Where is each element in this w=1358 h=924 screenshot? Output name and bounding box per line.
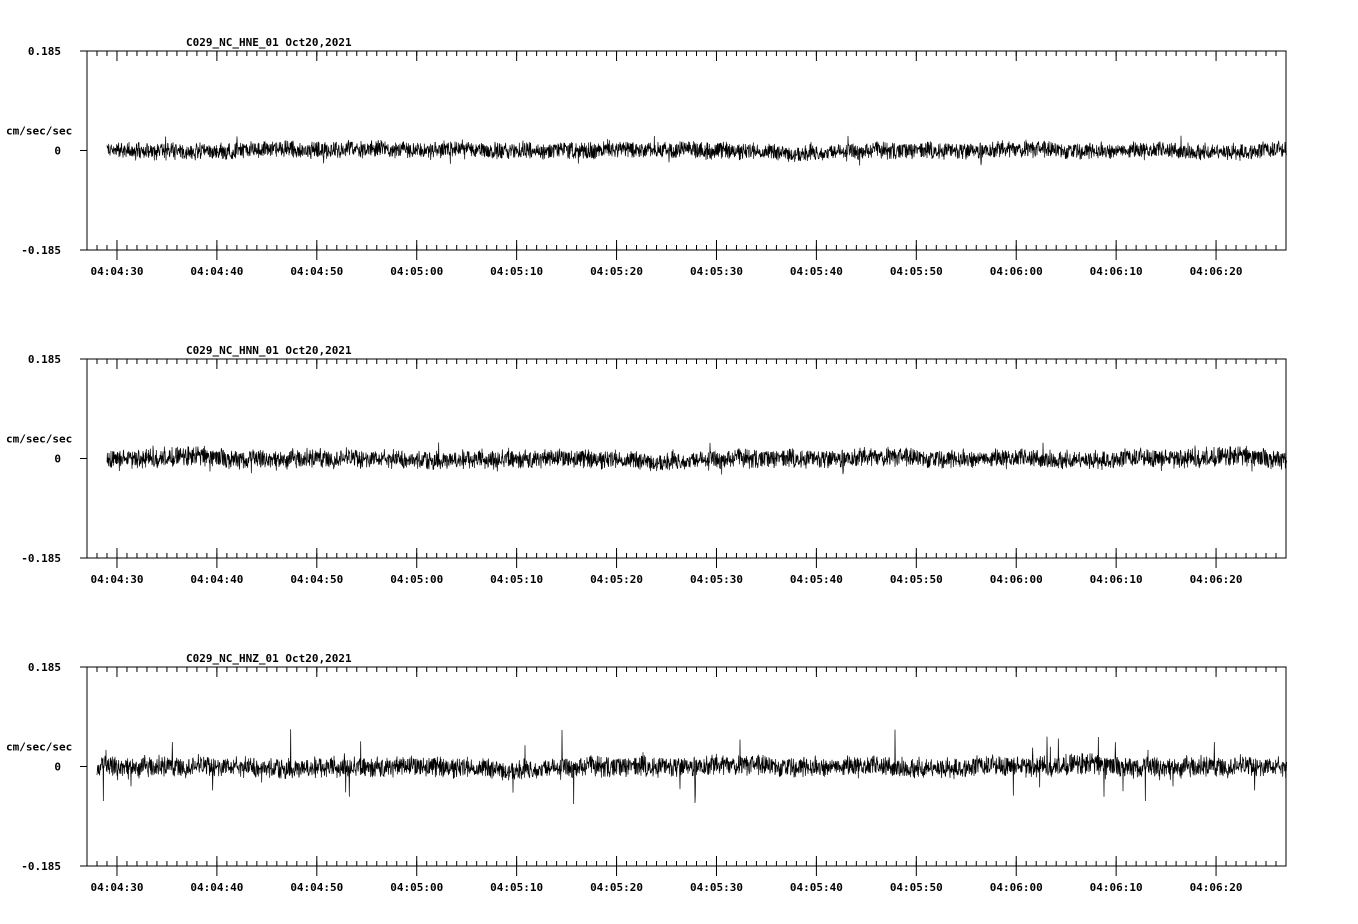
- y-tick-label: -0.185: [21, 552, 61, 565]
- y-axis-label: cm/sec/sec: [6, 433, 72, 446]
- x-tick-label: 04:05:00: [390, 573, 443, 586]
- x-tick-label: 04:06:00: [990, 265, 1043, 278]
- x-tick-label: 04:04:40: [190, 881, 243, 894]
- seismic-trace: [106, 442, 1288, 475]
- x-tick-label: 04:05:20: [590, 265, 643, 278]
- chart-title: C029_NC_HNN_01 Oct20,2021: [186, 344, 352, 357]
- x-tick-label: 04:04:50: [290, 573, 343, 586]
- x-tick-label: 04:06:20: [1190, 573, 1243, 586]
- y-tick-label: -0.185: [21, 860, 61, 873]
- chart-title: C029_NC_HNE_01 Oct20,2021: [186, 36, 352, 49]
- y-tick-label: 0: [54, 453, 61, 466]
- x-tick-label: 04:06:00: [990, 881, 1043, 894]
- y-tick-label: 0.185: [28, 353, 61, 366]
- x-tick-label: 04:05:30: [690, 881, 743, 894]
- x-tick-label: 04:05:10: [490, 881, 543, 894]
- y-axis-label: cm/sec/sec: [6, 741, 72, 754]
- x-tick-label: 04:04:30: [90, 573, 143, 586]
- x-tick-label: 04:05:50: [890, 573, 943, 586]
- x-tick-label: 04:05:40: [790, 573, 843, 586]
- x-tick-label: 04:04:40: [190, 265, 243, 278]
- x-tick-label: 04:06:10: [1090, 573, 1143, 586]
- x-tick-label: 04:06:10: [1090, 881, 1143, 894]
- x-tick-label: 04:05:40: [790, 265, 843, 278]
- x-tick-label: 04:05:50: [890, 265, 943, 278]
- x-tick-label: 04:05:30: [690, 265, 743, 278]
- x-tick-label: 04:05:40: [790, 881, 843, 894]
- seismogram-figure: C029_NC_HNE_01 Oct20,2021 cm/sec/sec 0.185…: [6, 36, 1288, 894]
- y-tick-label: 0: [54, 145, 61, 158]
- x-tick-label: 04:05:00: [390, 881, 443, 894]
- y-tick-label: -0.185: [21, 244, 61, 257]
- chart-title: C029_NC_HNZ_01 Oct20,2021: [186, 652, 352, 665]
- x-tick-label: 04:06:10: [1090, 265, 1143, 278]
- x-tick-label: 04:04:30: [90, 265, 143, 278]
- x-tick-label: 04:04:50: [290, 265, 343, 278]
- x-tick-label: 04:05:50: [890, 881, 943, 894]
- x-tick-label: 04:06:20: [1190, 881, 1243, 894]
- x-tick-label: 04:06:20: [1190, 265, 1243, 278]
- x-tick-label: 04:05:00: [390, 265, 443, 278]
- x-tick-label: 04:06:00: [990, 573, 1043, 586]
- x-tick-label: 04:05:10: [490, 265, 543, 278]
- x-tick-label: 04:05:20: [590, 573, 643, 586]
- x-tick-label: 04:04:40: [190, 573, 243, 586]
- seismic-trace: [106, 135, 1287, 166]
- y-tick-label: 0.185: [28, 661, 61, 674]
- x-tick-label: 04:05:30: [690, 573, 743, 586]
- y-axis-label: cm/sec/sec: [6, 125, 72, 138]
- y-tick-label: 0: [54, 761, 61, 774]
- x-tick-label: 04:05:10: [490, 573, 543, 586]
- y-tick-label: 0.185: [28, 45, 61, 58]
- x-tick-label: 04:04:50: [290, 881, 343, 894]
- seismic-trace: [96, 729, 1288, 804]
- x-tick-label: 04:04:30: [90, 881, 143, 894]
- x-tick-label: 04:05:20: [590, 881, 643, 894]
